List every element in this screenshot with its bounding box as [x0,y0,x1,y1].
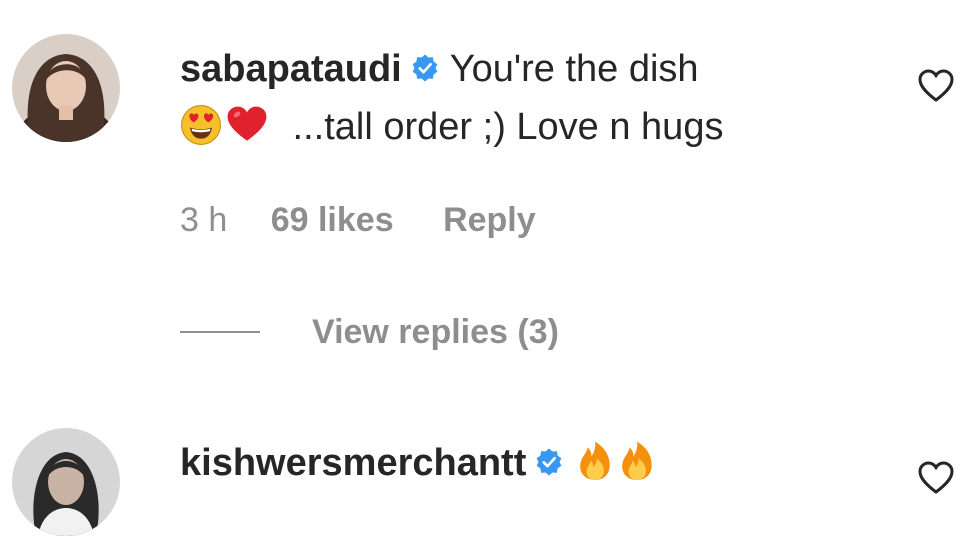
replies-divider-line [180,331,260,333]
verified-badge-icon [537,448,562,476]
verified-badge-icon [412,54,438,82]
comment-username[interactable]: sabapataudi [180,48,402,90]
red-heart-emoji [227,106,267,141]
view-replies-button[interactable]: View replies (3) [180,308,559,356]
comment-body-line1: You're the dish [449,48,699,90]
comments-list: sabapataudi You're the dish ...tall order… [0,0,960,540]
comment-username[interactable]: kishwersmerchantt [180,442,526,484]
comment-body-line2: ...tall order ;) Love n hugs [282,106,724,148]
comment-text-1: sabapataudi You're the dish ...tall order… [180,40,880,156]
comment-time: 3 h [180,201,228,239]
avatar-kishwersmerchantt[interactable] [12,428,120,536]
fire-emoji [580,441,611,480]
reply-button[interactable]: Reply [443,196,536,244]
heart-eyes-emoji [181,105,221,145]
heart-outline-icon[interactable] [916,66,956,106]
avatar-sabapataudi[interactable] [12,34,120,142]
heart-outline-icon[interactable] [916,458,956,498]
fire-emoji [622,441,653,480]
comment-meta-1: 3 h 69 likes Reply [180,196,536,244]
view-replies-label: View replies (3) [312,312,559,351]
comment-likes[interactable]: 69 likes [271,196,394,244]
comment-text-2: kishwersmerchantt [180,434,880,492]
